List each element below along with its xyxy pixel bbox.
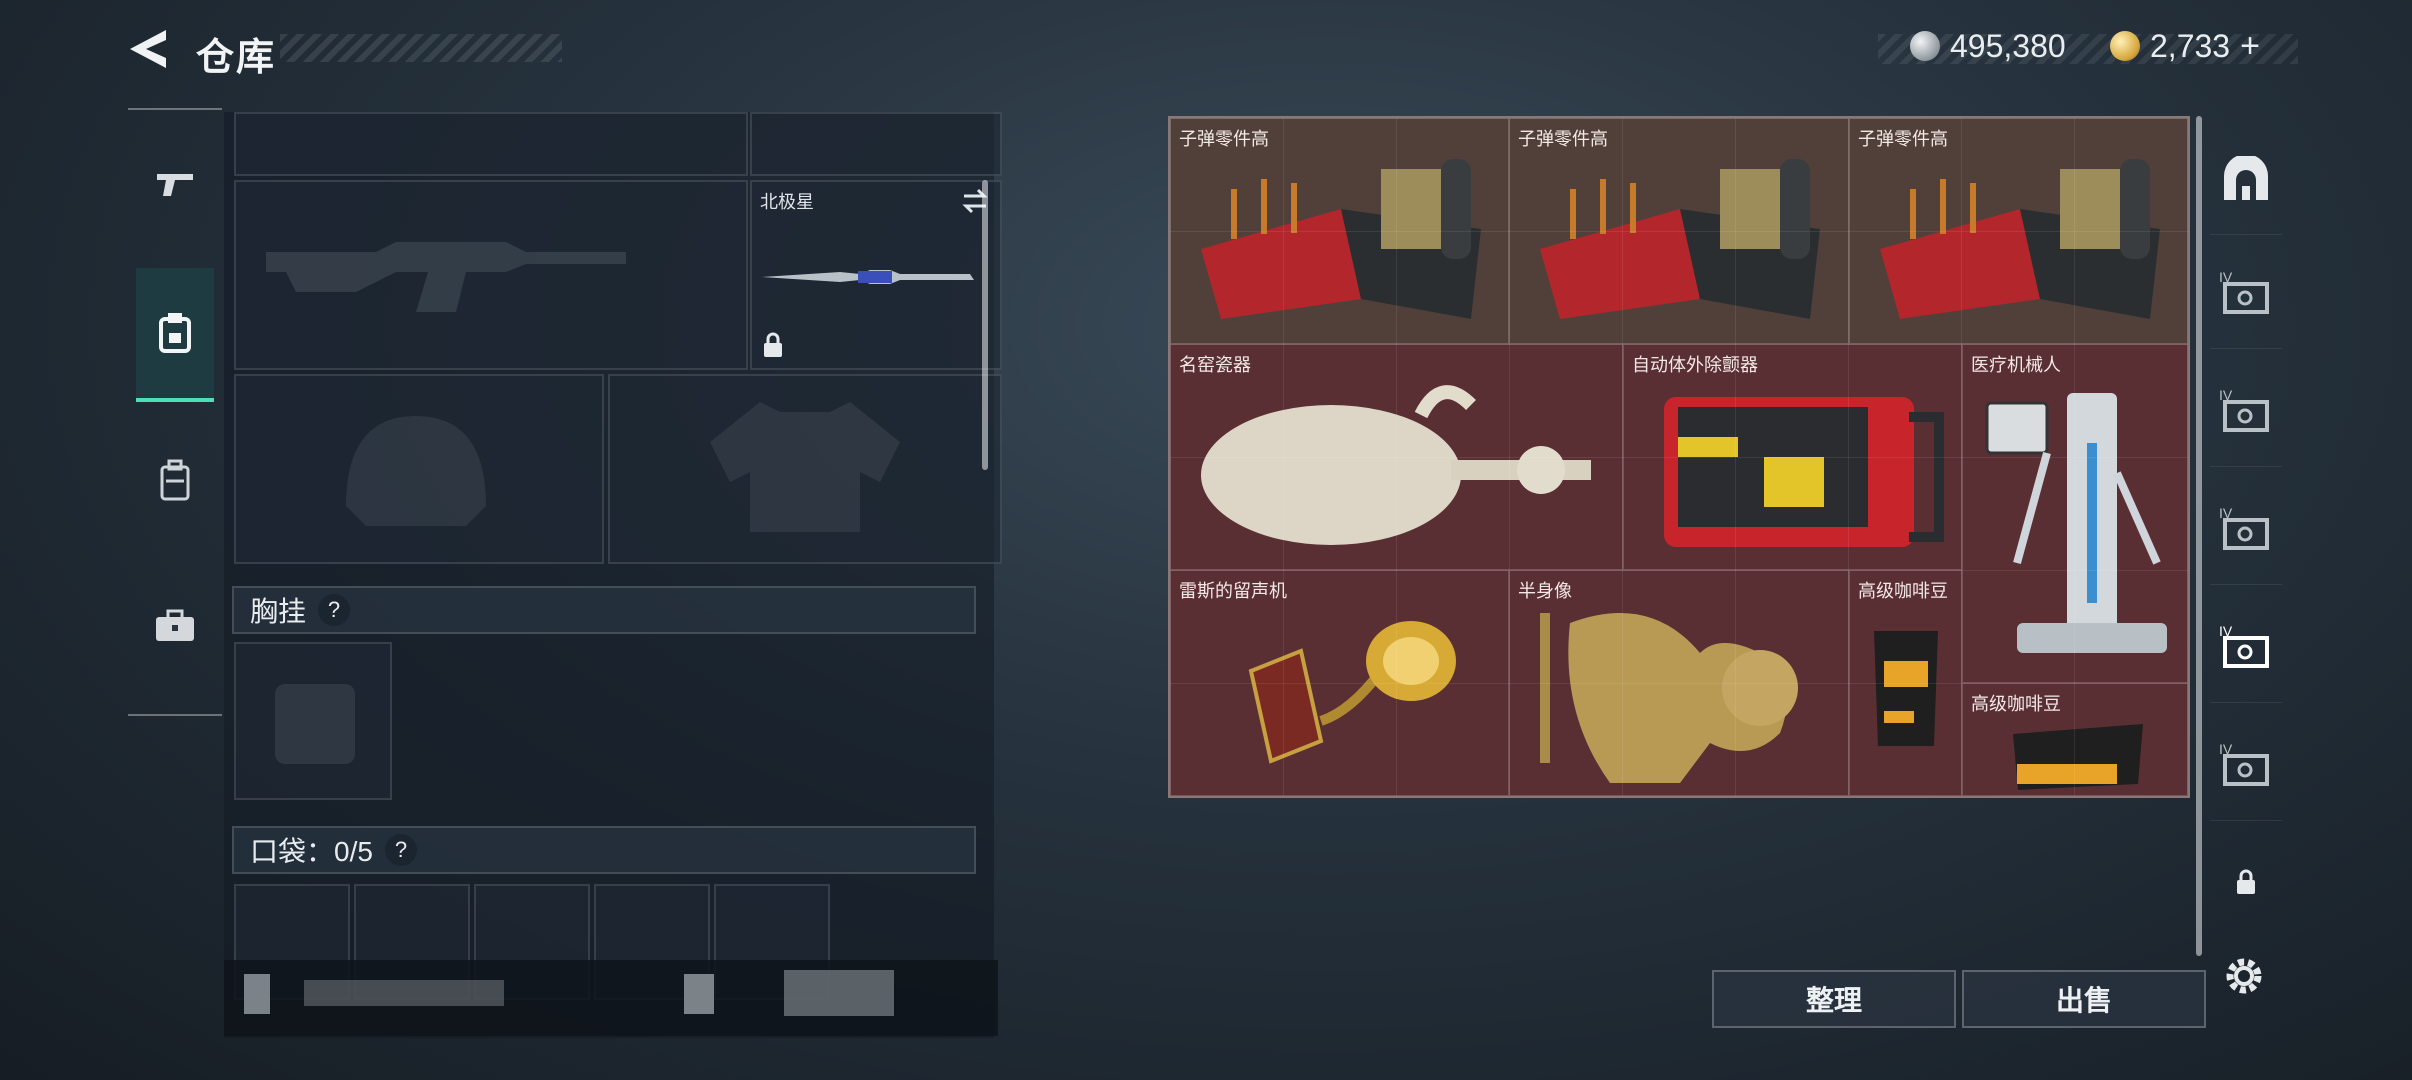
pocket-label: 口袋：0/5 — [250, 836, 373, 867]
stash-page-4-active[interactable]: IV — [2210, 592, 2282, 703]
armor-slot[interactable] — [608, 374, 1002, 564]
left-category-nav — [128, 108, 222, 716]
gramophone-icon — [1248, 621, 1456, 764]
ammo-parts-icon — [1880, 159, 2160, 319]
helmet-slot[interactable] — [234, 374, 604, 564]
item-name: 子弹零件高 — [1179, 129, 1269, 149]
ammo-parts-icon — [1540, 159, 1820, 319]
stash-page-icon: IV — [2219, 387, 2269, 432]
briefcase-icon — [156, 609, 194, 641]
nav-weapon[interactable] — [136, 144, 214, 224]
settings-gear-icon[interactable] — [2218, 950, 2270, 1002]
nav-backpack[interactable] — [136, 440, 214, 520]
stash-page-icon: IV — [2219, 623, 2269, 668]
item-name: 子弹零件高 — [1858, 129, 1948, 149]
primary-weapon-slot[interactable] — [234, 180, 748, 370]
item-name: 高级咖啡豆 — [1858, 581, 1948, 601]
chest-rig-slot[interactable] — [234, 642, 392, 800]
vest-icon — [159, 313, 191, 353]
safe-icon — [2224, 156, 2268, 200]
helmet-silhouette-icon — [346, 416, 486, 526]
secondary-slot-top[interactable] — [750, 112, 1002, 176]
page-title: 仓库 — [196, 37, 277, 79]
lock-icon — [764, 332, 782, 357]
stash-page-5[interactable]: IV — [2210, 710, 2282, 821]
title-decoration — [280, 34, 562, 62]
stash-page-locked[interactable] — [2210, 842, 2282, 922]
obscured-footer — [224, 960, 998, 1036]
item-name: 高级咖啡豆 — [1971, 694, 2061, 714]
gold-coin-icon — [2110, 31, 2140, 61]
stash-item[interactable]: 自动体外除颤器 — [1623, 344, 1962, 570]
pistol-icon — [157, 174, 193, 196]
rifle-silhouette-icon — [266, 242, 626, 312]
stash-item[interactable]: 医疗机械人 — [1962, 344, 2188, 683]
stash-item[interactable]: 子弹零件高 — [1849, 118, 2188, 344]
nav-safe[interactable] — [2210, 124, 2282, 235]
loadout-scrollbar[interactable] — [982, 180, 988, 470]
stash-item[interactable]: 半身像 — [1509, 570, 1849, 796]
item-name: 医疗机械人 — [1971, 355, 2061, 375]
bust-statue-icon — [1540, 613, 1798, 783]
knife-icon — [762, 270, 974, 284]
secondary-weapon-slot[interactable]: 北极星 — [750, 180, 1002, 370]
item-name: 雷斯的留声机 — [1179, 581, 1287, 601]
chest-rig-help-button[interactable]: ? — [318, 594, 351, 626]
stash-item[interactable]: 名窑瓷器 — [1170, 344, 1623, 570]
nav-gear[interactable] — [136, 268, 214, 402]
stash-page-3[interactable]: IV — [2210, 474, 2282, 585]
secondary-weapon-name: 北极星 — [760, 192, 814, 212]
chest-rig-silhouette-icon — [275, 684, 355, 764]
stash-page-1[interactable]: IV — [2210, 238, 2282, 349]
loadout-panel: 北极星 胸挂 ? 口袋：0/5 ? — [224, 112, 1002, 1038]
medical-robot-icon — [1985, 393, 2167, 653]
item-name: 自动体外除颤器 — [1632, 355, 1758, 375]
armor-silhouette-icon — [710, 402, 900, 532]
sell-button[interactable]: 出售 — [1962, 970, 2206, 1028]
aed-defibrillator-icon — [1664, 397, 1944, 547]
chest-rig-header: 胸挂 ? — [232, 586, 976, 634]
gold-add-button[interactable]: + — [2240, 27, 2260, 66]
stash-item[interactable]: 高级咖啡豆 — [1849, 570, 1962, 796]
silver-coin-icon — [1910, 31, 1940, 61]
stash-scrollbar[interactable] — [2196, 116, 2202, 956]
stash-page-icon: IV — [2219, 741, 2269, 786]
sort-button[interactable]: 整理 — [1712, 970, 1956, 1028]
back-arrow-icon[interactable] — [126, 26, 170, 72]
stash-page-icon: IV — [2219, 269, 2269, 314]
stash-item[interactable]: 雷斯的留声机 — [1170, 570, 1509, 796]
backpack-icon — [160, 459, 190, 501]
coffee-bag-icon — [2013, 724, 2143, 790]
silver-currency: 495,380 — [1910, 26, 2066, 66]
primary-slot-top[interactable] — [234, 112, 748, 176]
silver-amount: 495,380 — [1950, 27, 2066, 64]
porcelain-vase-icon — [1201, 385, 1591, 545]
gold-currency[interactable]: 2,733 + — [2110, 26, 2260, 66]
gold-amount: 2,733 — [2150, 27, 2231, 64]
stash-page-nav: IV IV IV IV IV — [2210, 112, 2282, 958]
stash-item[interactable]: 高级咖啡豆 — [1962, 683, 2188, 796]
pocket-header: 口袋：0/5 ? — [232, 826, 976, 874]
stash-page-icon: IV — [2219, 505, 2269, 550]
ammo-parts-icon — [1201, 159, 1481, 319]
item-name: 子弹零件高 — [1518, 129, 1608, 149]
chest-rig-label: 胸挂 — [250, 596, 307, 627]
stash-item[interactable]: 子弹零件高 — [1170, 118, 1509, 344]
stash-page-2[interactable]: IV — [2210, 356, 2282, 467]
coffee-bag-icon — [1874, 631, 1938, 746]
stash-grid: 子弹零件高 子弹零件高 子弹零件高 名窑瓷器 自动体外除颤器 医疗机械人 雷斯的… — [1168, 116, 2190, 798]
stash-item[interactable]: 子弹零件高 — [1509, 118, 1849, 344]
pocket-help-button[interactable]: ? — [384, 834, 417, 866]
nav-case[interactable] — [136, 586, 214, 666]
lock-icon — [2237, 869, 2255, 894]
